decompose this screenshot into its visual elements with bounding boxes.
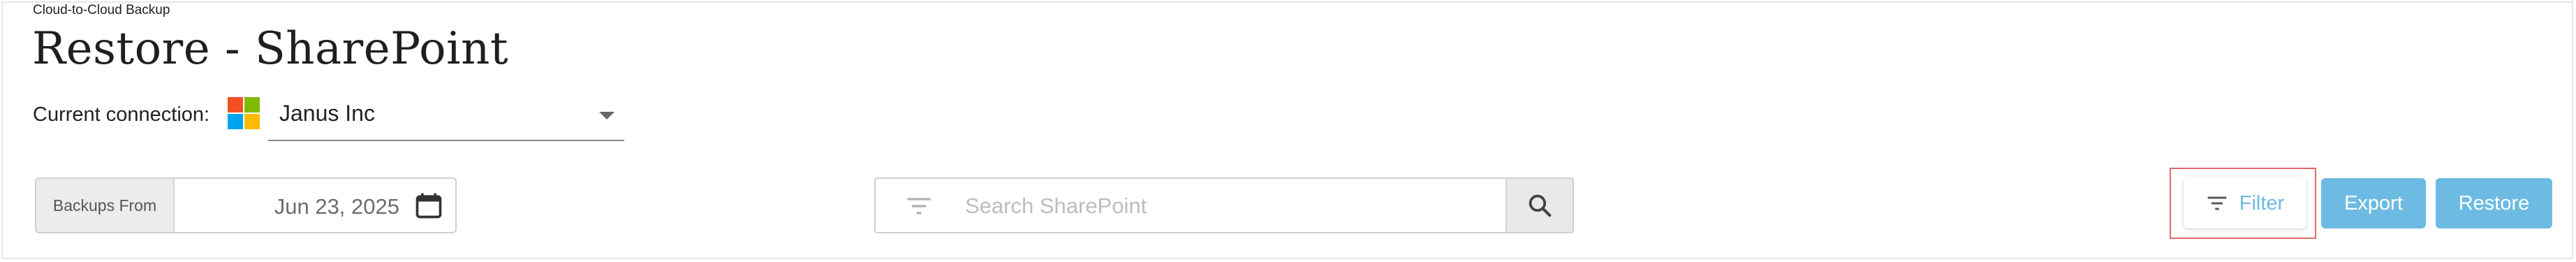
current-connection-label: Current connection: [33, 103, 210, 126]
logo-square-red [228, 97, 243, 112]
logo-square-blue [228, 114, 243, 129]
filter-lines-icon[interactable] [905, 194, 933, 218]
filter-button[interactable]: Filter [2184, 178, 2306, 228]
backups-from-date-value: Jun 23, 2025 [274, 194, 399, 219]
page-title: Restore - SharePoint [32, 23, 509, 75]
search-button[interactable] [1506, 179, 1573, 232]
backups-from-date-input[interactable]: Jun 23, 2025 [175, 179, 455, 232]
calendar-icon[interactable] [413, 190, 444, 221]
search-input[interactable] [964, 179, 1455, 232]
microsoft-logo-icon [228, 97, 260, 129]
connection-select[interactable]: Janus Inc [268, 89, 624, 141]
magnifier-icon [1529, 194, 1552, 217]
filter-button-label: Filter [2239, 191, 2285, 214]
chevron-down-icon[interactable] [599, 112, 614, 119]
connection-value: Janus Inc [279, 101, 375, 126]
search-bar [874, 177, 1574, 233]
backups-from-group: Backups From Jun 23, 2025 [35, 177, 457, 233]
logo-square-yellow [244, 114, 260, 129]
backups-from-label: Backups From [36, 179, 175, 232]
restore-button[interactable]: Restore [2436, 178, 2552, 228]
export-button[interactable]: Export [2321, 178, 2426, 228]
logo-square-green [244, 97, 260, 112]
breadcrumb: Cloud-to-Cloud Backup [33, 3, 170, 17]
filter-icon [2207, 196, 2227, 210]
